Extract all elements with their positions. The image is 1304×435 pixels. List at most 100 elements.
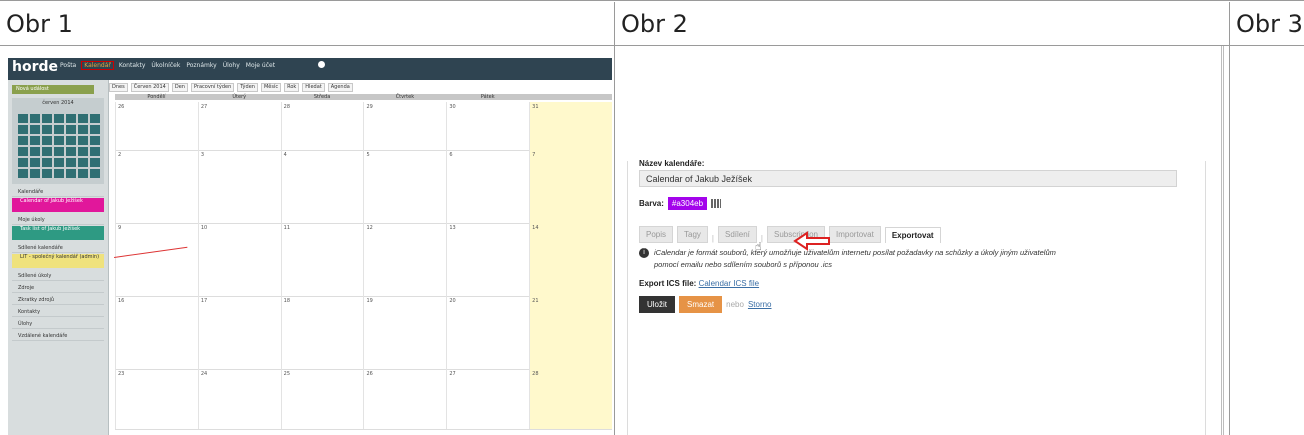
gear-icon[interactable] [318,61,325,68]
day-cell[interactable]: 26 [363,369,446,429]
mini-calendar-day[interactable] [18,147,28,156]
nav-jobs[interactable]: Úlohy [223,62,240,69]
mini-calendar-day[interactable] [54,169,64,178]
sidebar-calendar-own[interactable]: Calendar of Jakub Ježíšek [12,198,104,212]
mini-calendar-day[interactable] [90,125,100,134]
day-cell[interactable]: 10 [197,223,281,296]
mini-calendar-day[interactable] [90,169,100,178]
nav-notes[interactable]: Poznámky [186,62,216,69]
mini-calendar-day[interactable] [54,125,64,134]
nav-account[interactable]: Moje účet [246,62,275,69]
mini-calendar-day[interactable] [54,114,64,123]
sidebar-section-contacts[interactable]: Kontakty [12,308,104,317]
day-cell[interactable]: 26 [115,102,198,150]
day-cell[interactable]: 20 [446,296,529,369]
day-cell[interactable]: 28 [529,369,612,429]
tab-export[interactable]: Exportovat [884,227,941,243]
day-cell[interactable]: 7 [529,150,612,223]
mini-calendar-day[interactable] [90,136,100,145]
mini-calendar-day[interactable] [66,147,76,156]
sidebar-tasklist-own[interactable]: Task list of Jakub Ježíšek [12,226,104,240]
day-cell[interactable]: 16 [115,296,198,369]
day-cell[interactable]: 21 [529,296,612,369]
mini-calendar-day[interactable] [18,136,28,145]
day-cell[interactable]: 24 [197,369,281,429]
day-cell[interactable]: 19 [363,296,446,369]
mini-calendar-day[interactable] [42,114,52,123]
nav-contacts[interactable]: Kontakty [119,62,146,69]
day-cell[interactable]: 27 [446,369,529,429]
mini-calendar-day[interactable] [42,169,52,178]
mini-calendar-day[interactable] [66,158,76,167]
save-button[interactable]: Uložit [639,296,676,313]
mini-calendar-day[interactable] [42,147,52,156]
tab-import[interactable]: Importovat [829,226,881,243]
tab-sharing[interactable]: Sdílení [718,226,757,243]
sidebar-section-resources[interactable]: Zdroje [12,284,104,293]
toolbar-today[interactable]: Dnes [109,83,128,92]
mini-calendar-day[interactable] [30,125,40,134]
mini-calendar-day[interactable] [78,147,88,156]
mini-calendar-day[interactable] [42,158,52,167]
mini-calendar-day[interactable] [54,158,64,167]
mini-calendar-day[interactable] [42,125,52,134]
mini-calendar-day[interactable] [90,158,100,167]
color-picker-icon[interactable] [711,199,722,208]
day-cell[interactable]: 12 [363,223,446,296]
toolbar-week[interactable]: Týden [237,83,258,92]
sidebar-section-shared-tasks[interactable]: Sdílené úkoly [12,272,104,281]
tab-description[interactable]: Popis [639,226,674,243]
sidebar-calendar-shared[interactable]: LIT - společný kalendář (admin) [12,254,104,268]
mini-calendar-day[interactable] [54,136,64,145]
toolbar-month-label[interactable]: Červen 2014 [130,83,169,92]
mini-calendar-day[interactable] [30,169,40,178]
mini-calendar-day[interactable] [18,158,28,167]
day-cell[interactable]: 6 [446,150,529,223]
day-cell[interactable]: 9 [115,223,198,296]
new-event-button[interactable]: Nová událost [12,85,94,94]
sidebar-section-remote[interactable]: Vzdálené kalendáře [12,332,104,341]
day-cell[interactable]: 18 [280,296,364,369]
day-cell[interactable]: 27 [197,102,281,150]
mini-calendar-day[interactable] [18,125,28,134]
toolbar-year[interactable]: Rok [284,83,300,92]
mini-calendar-day[interactable] [78,125,88,134]
nav-tasks[interactable]: Úkolníček [151,62,180,69]
day-cell[interactable]: 2 [115,150,198,223]
day-cell[interactable]: 11 [280,223,364,296]
calendar-name-input[interactable]: Calendar of Jakub Ježíšek [639,170,1177,187]
day-cell[interactable]: 5 [363,150,446,223]
toolbar-search[interactable]: Hledat [302,83,325,92]
toolbar-agenda[interactable]: Agenda [327,83,353,92]
day-cell[interactable]: 30 [446,102,529,150]
mini-calendar-day[interactable] [30,114,40,123]
sidebar-section-resource-groups[interactable]: Zkratky zdrojů [12,296,104,305]
day-cell[interactable]: 31 [529,102,612,150]
sidebar-section-shared-calendars[interactable]: Sdílené kalendáře [12,244,104,253]
horde-logo[interactable]: horde [12,59,58,75]
mini-calendar-day[interactable] [90,147,100,156]
mini-calendar-day[interactable] [66,125,76,134]
cancel-link[interactable]: Storno [748,300,772,309]
mini-calendar-grid[interactable] [18,114,100,178]
mini-calendar-day[interactable] [78,136,88,145]
mini-calendar-day[interactable] [18,114,28,123]
toolbar-day[interactable]: Den [171,83,188,92]
nav-calendar[interactable]: Kalendář [81,61,114,70]
day-cell[interactable]: 4 [280,150,364,223]
mini-calendar-day[interactable] [78,169,88,178]
mini-calendar-day[interactable] [90,114,100,123]
day-cell[interactable]: 28 [280,102,364,150]
toolbar-month[interactable]: Měsíc [260,83,282,92]
day-cell[interactable]: 13 [446,223,529,296]
mini-calendar-day[interactable] [42,136,52,145]
toolbar-workweek[interactable]: Pracovní týden [190,83,235,92]
day-cell[interactable]: 3 [197,150,281,223]
sidebar-section-calendars[interactable]: Kalendáře [12,188,104,197]
nav-mail[interactable]: Pošta [60,62,76,69]
delete-button[interactable]: Smazat [679,296,723,313]
mini-calendar-day[interactable] [78,114,88,123]
export-ics-link[interactable]: Calendar ICS file [699,279,759,288]
mini-calendar-day[interactable] [54,147,64,156]
sidebar-section-jobs[interactable]: Úlohy [12,320,104,329]
